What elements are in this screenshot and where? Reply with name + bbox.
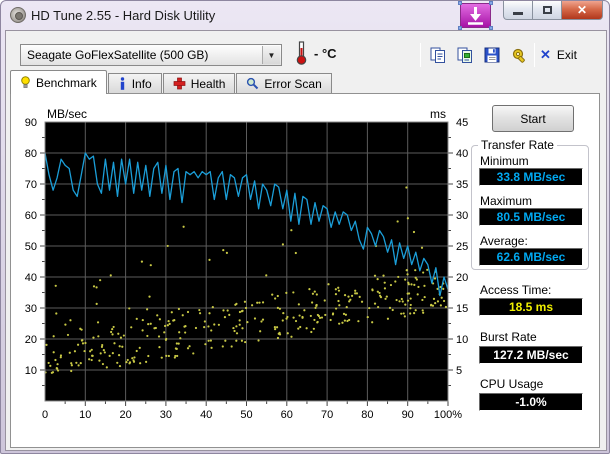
- svg-text:10: 10: [456, 334, 468, 346]
- svg-text:30: 30: [160, 409, 172, 421]
- tab-label: Error Scan: [264, 76, 322, 91]
- tab-error-scan[interactable]: Error Scan: [236, 73, 332, 93]
- magnifier-icon: [247, 77, 259, 90]
- options-button[interactable]: [507, 43, 531, 67]
- options-icon: [512, 48, 525, 63]
- svg-text:ms: ms: [430, 107, 446, 121]
- svg-text:80: 80: [361, 409, 373, 421]
- svg-text:80: 80: [25, 148, 37, 160]
- save-screenshot-button[interactable]: [480, 43, 504, 67]
- svg-text:40: 40: [25, 272, 37, 284]
- client-area: Seagate GoFlexSatellite (500 GB) ▼ - °C: [5, 30, 607, 451]
- health-cross-icon: [173, 77, 186, 90]
- start-button[interactable]: Start: [492, 105, 574, 132]
- cpu-usage-label: CPU Usage: [480, 377, 544, 391]
- burst-rate-value: 127.2 MB/sec: [479, 346, 583, 364]
- svg-text:20: 20: [456, 272, 468, 284]
- toolbar-separator: [534, 43, 535, 67]
- minimize-icon: [513, 11, 523, 15]
- svg-text:20: 20: [25, 334, 37, 346]
- cpu-usage-value: -1.0%: [479, 393, 583, 411]
- minimum-label: Minimum: [480, 154, 529, 168]
- tab-label: Health: [190, 76, 226, 91]
- tab-label: Benchmark: [36, 75, 97, 90]
- benchmark-page: MB/sec ms 90 80 70 60 50 40 30 20 10 45 40 35 30 25 20 15…: [10, 93, 600, 448]
- svg-text:90: 90: [402, 409, 414, 421]
- maximize-button[interactable]: [533, 1, 561, 20]
- exit-label: Exit: [556, 48, 577, 62]
- svg-text:30: 30: [456, 210, 468, 222]
- save-icon: [484, 47, 500, 63]
- window-title: HD Tune 2.55 - Hard Disk Utility: [31, 8, 216, 23]
- down-arrow-icon: [468, 7, 483, 25]
- hd-tune-app-icon: [10, 7, 26, 23]
- selection-handle: [458, 1, 462, 5]
- selection-handle: [489, 1, 493, 5]
- copy-screenshot-button[interactable]: [453, 43, 477, 67]
- minimum-value: 33.8 MB/sec: [479, 168, 583, 186]
- svg-text:50: 50: [240, 409, 252, 421]
- tab-benchmark[interactable]: Benchmark: [10, 70, 107, 94]
- svg-text:70: 70: [25, 179, 37, 191]
- hd-tune-window: HD Tune 2.55 - Hard Disk Utility ✕ Seaga…: [0, 0, 610, 454]
- close-icon: ✕: [576, 3, 588, 17]
- svg-text:60: 60: [25, 210, 37, 222]
- svg-text:10: 10: [79, 409, 91, 421]
- close-button[interactable]: ✕: [561, 1, 603, 20]
- window-controls: ✕: [503, 1, 603, 20]
- average-label: Average:: [480, 234, 528, 248]
- start-label: Start: [520, 111, 546, 126]
- tab-health[interactable]: Health: [162, 73, 236, 93]
- svg-text:30: 30: [25, 303, 37, 315]
- benchmark-chart: MB/sec ms90807060504030201045403530252015…: [25, 107, 469, 421]
- download-overlay-icon[interactable]: [458, 1, 493, 30]
- drive-select-combobox[interactable]: Seagate GoFlexSatellite (500 GB) ▼: [20, 44, 282, 66]
- maximum-label: Maximum: [480, 194, 533, 208]
- svg-text:20: 20: [119, 409, 131, 421]
- copy-icon: [430, 47, 445, 63]
- access-time-value: 18.5 ms: [479, 298, 583, 316]
- maximum-value: 80.5 MB/sec: [479, 208, 583, 226]
- burst-rate-label: Burst Rate: [480, 330, 537, 344]
- svg-text:10: 10: [25, 365, 37, 377]
- svg-text:90: 90: [25, 117, 37, 129]
- svg-text:50: 50: [25, 241, 37, 253]
- svg-text:45: 45: [456, 117, 468, 129]
- temperature-readout: - °C: [314, 46, 337, 61]
- thermometer-icon: [295, 40, 309, 71]
- svg-text:60: 60: [281, 409, 293, 421]
- exit-x-icon: ✕: [540, 47, 551, 62]
- svg-text:5: 5: [456, 365, 462, 377]
- svg-text:70: 70: [321, 409, 333, 421]
- copy-text-button[interactable]: [426, 43, 450, 67]
- tab-label: Info: [131, 76, 152, 91]
- chevron-down-icon[interactable]: ▼: [262, 46, 280, 64]
- svg-text:15: 15: [456, 303, 468, 315]
- minimize-button[interactable]: [503, 1, 533, 20]
- titlebar[interactable]: HD Tune 2.55 - Hard Disk Utility ✕: [1, 1, 609, 30]
- tab-info[interactable]: Info: [107, 73, 162, 93]
- svg-text:35: 35: [456, 179, 468, 191]
- transfer-rate-legend: Transfer Rate: [478, 138, 557, 152]
- copy-image-icon: [457, 47, 472, 63]
- svg-text:0: 0: [42, 409, 48, 421]
- toolbar-separator: [420, 43, 421, 67]
- lightbulb-icon: [21, 76, 30, 88]
- svg-text:100%: 100%: [434, 409, 462, 421]
- exit-button[interactable]: ✕ Exit: [540, 43, 577, 67]
- svg-text:40: 40: [200, 409, 212, 421]
- svg-text:25: 25: [456, 241, 468, 253]
- maximize-icon: [542, 6, 552, 14]
- average-value: 62.6 MB/sec: [479, 248, 583, 266]
- tab-bar: Benchmark Info Health Error Scan: [10, 70, 333, 94]
- svg-text:40: 40: [456, 148, 468, 160]
- svg-text:MB/sec: MB/sec: [47, 107, 87, 121]
- access-time-label: Access Time:: [480, 283, 552, 297]
- info-icon: [120, 77, 124, 90]
- drive-select-value: Seagate GoFlexSatellite (500 GB): [27, 48, 209, 62]
